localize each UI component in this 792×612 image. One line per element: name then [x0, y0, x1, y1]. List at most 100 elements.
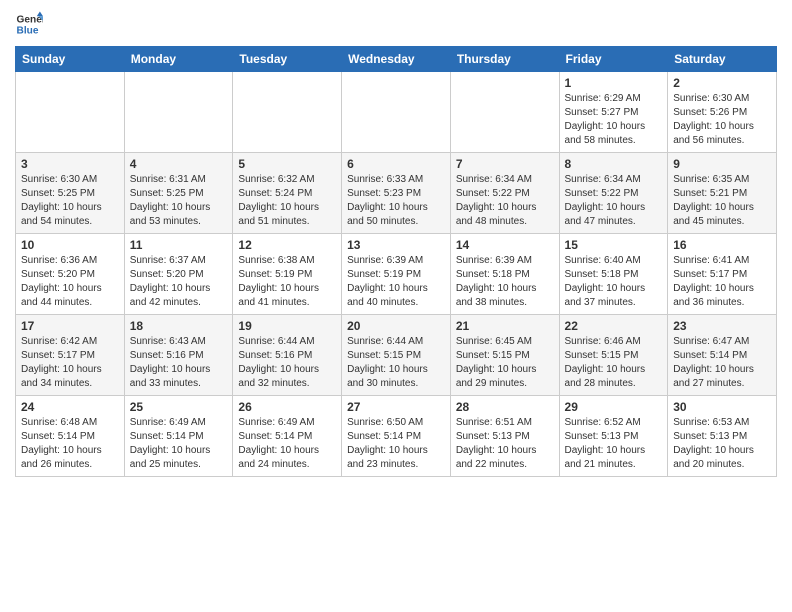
day-info: Sunrise: 6:49 AM Sunset: 5:14 PM Dayligh… — [238, 416, 336, 472]
calendar-cell: 24Sunrise: 6:48 AM Sunset: 5:14 PM Dayli… — [16, 396, 125, 477]
day-info: Sunrise: 6:34 AM Sunset: 5:22 PM Dayligh… — [565, 173, 663, 229]
day-info: Sunrise: 6:39 AM Sunset: 5:18 PM Dayligh… — [456, 254, 554, 310]
day-number: 9 — [673, 157, 771, 171]
calendar-cell: 13 Sunrise: 6:39 AM Sunset: 5:19 PM Dayli… — [342, 234, 451, 315]
calendar-cell — [233, 72, 342, 153]
weekday-header-tuesday: Tuesday — [233, 47, 342, 72]
calendar-cell: 25 Sunrise: 6:49 AM Sunset: 5:14 PM Dayli… — [124, 396, 233, 477]
day-number: 6 — [347, 157, 445, 171]
calendar-cell: 23Sunrise: 6:47 AM Sunset: 5:14 PM Dayli… — [668, 315, 777, 396]
day-info: Sunrise: 6:46 AM Sunset: 5:15 PM Dayligh… — [565, 335, 663, 391]
day-info: Sunrise: 6:30 AM Sunset: 5:26 PM Dayligh… — [673, 92, 771, 148]
calendar-cell — [450, 72, 559, 153]
calendar-cell: 30 Sunrise: 6:53 AM Sunset: 5:13 PM Dayli… — [668, 396, 777, 477]
day-info: Sunrise: 6:44 AM Sunset: 5:15 PM Dayligh… — [347, 335, 445, 391]
calendar-cell: 9 Sunrise: 6:35 AM Sunset: 5:21 PM Daylig… — [668, 153, 777, 234]
calendar-cell: 14 Sunrise: 6:39 AM Sunset: 5:18 PM Dayli… — [450, 234, 559, 315]
day-info: Sunrise: 6:36 AM Sunset: 5:20 PM Dayligh… — [21, 254, 119, 310]
day-number: 8 — [565, 157, 663, 171]
weekday-header-monday: Monday — [124, 47, 233, 72]
calendar-cell: 2 Sunrise: 6:30 AM Sunset: 5:26 PM Daylig… — [668, 72, 777, 153]
weekday-header-saturday: Saturday — [668, 47, 777, 72]
day-info: Sunrise: 6:35 AM Sunset: 5:21 PM Dayligh… — [673, 173, 771, 229]
calendar-week-row: 17 Sunrise: 6:42 AM Sunset: 5:17 PM Dayli… — [16, 315, 777, 396]
logo: General Blue — [15, 10, 43, 38]
calendar-cell: 8 Sunrise: 6:34 AM Sunset: 5:22 PM Daylig… — [559, 153, 668, 234]
day-info: Sunrise: 6:49 AM Sunset: 5:14 PM Dayligh… — [130, 416, 228, 472]
day-number: 2 — [673, 76, 771, 90]
day-number: 24 — [21, 400, 119, 414]
day-info: Sunrise: 6:43 AM Sunset: 5:16 PM Dayligh… — [130, 335, 228, 391]
calendar-cell: 15 Sunrise: 6:40 AM Sunset: 5:18 PM Dayli… — [559, 234, 668, 315]
calendar-cell: 10 Sunrise: 6:36 AM Sunset: 5:20 PM Dayli… — [16, 234, 125, 315]
weekday-header-friday: Friday — [559, 47, 668, 72]
calendar-cell — [16, 72, 125, 153]
svg-text:Blue: Blue — [17, 25, 39, 36]
day-number: 22 — [565, 319, 663, 333]
calendar-cell: 20Sunrise: 6:44 AM Sunset: 5:15 PM Dayli… — [342, 315, 451, 396]
day-number: 21 — [456, 319, 554, 333]
calendar-week-row: 10 Sunrise: 6:36 AM Sunset: 5:20 PM Dayli… — [16, 234, 777, 315]
day-info: Sunrise: 6:53 AM Sunset: 5:13 PM Dayligh… — [673, 416, 771, 472]
day-number: 12 — [238, 238, 336, 252]
weekday-header-sunday: Sunday — [16, 47, 125, 72]
day-number: 3 — [21, 157, 119, 171]
calendar-page: General Blue SundayMondayTuesdayWednesda… — [0, 0, 792, 492]
calendar-cell: 7Sunrise: 6:34 AM Sunset: 5:22 PM Daylig… — [450, 153, 559, 234]
day-info: Sunrise: 6:33 AM Sunset: 5:23 PM Dayligh… — [347, 173, 445, 229]
day-info: Sunrise: 6:34 AM Sunset: 5:22 PM Dayligh… — [456, 173, 554, 229]
day-info: Sunrise: 6:39 AM Sunset: 5:19 PM Dayligh… — [347, 254, 445, 310]
weekday-header-row: SundayMondayTuesdayWednesdayThursdayFrid… — [16, 47, 777, 72]
calendar-cell: 4 Sunrise: 6:31 AM Sunset: 5:25 PM Daylig… — [124, 153, 233, 234]
calendar-cell — [124, 72, 233, 153]
day-number: 11 — [130, 238, 228, 252]
day-info: Sunrise: 6:41 AM Sunset: 5:17 PM Dayligh… — [673, 254, 771, 310]
day-number: 17 — [21, 319, 119, 333]
calendar-cell: 19 Sunrise: 6:44 AM Sunset: 5:16 PM Dayli… — [233, 315, 342, 396]
day-number: 13 — [347, 238, 445, 252]
day-info: Sunrise: 6:40 AM Sunset: 5:18 PM Dayligh… — [565, 254, 663, 310]
calendar-cell: 3Sunrise: 6:30 AM Sunset: 5:25 PM Daylig… — [16, 153, 125, 234]
day-info: Sunrise: 6:44 AM Sunset: 5:16 PM Dayligh… — [238, 335, 336, 391]
calendar-week-row: 3Sunrise: 6:30 AM Sunset: 5:25 PM Daylig… — [16, 153, 777, 234]
day-number: 14 — [456, 238, 554, 252]
calendar-cell: 17 Sunrise: 6:42 AM Sunset: 5:17 PM Dayli… — [16, 315, 125, 396]
day-number: 5 — [238, 157, 336, 171]
day-number: 26 — [238, 400, 336, 414]
day-number: 19 — [238, 319, 336, 333]
calendar-cell: 6 Sunrise: 6:33 AM Sunset: 5:23 PM Daylig… — [342, 153, 451, 234]
day-number: 30 — [673, 400, 771, 414]
calendar-cell: 12Sunrise: 6:38 AM Sunset: 5:19 PM Dayli… — [233, 234, 342, 315]
day-number: 23 — [673, 319, 771, 333]
calendar-cell: 5 Sunrise: 6:32 AM Sunset: 5:24 PM Daylig… — [233, 153, 342, 234]
day-info: Sunrise: 6:50 AM Sunset: 5:14 PM Dayligh… — [347, 416, 445, 472]
day-number: 29 — [565, 400, 663, 414]
day-number: 10 — [21, 238, 119, 252]
day-number: 28 — [456, 400, 554, 414]
day-number: 25 — [130, 400, 228, 414]
calendar-cell: 21 Sunrise: 6:45 AM Sunset: 5:15 PM Dayli… — [450, 315, 559, 396]
weekday-header-wednesday: Wednesday — [342, 47, 451, 72]
day-info: Sunrise: 6:32 AM Sunset: 5:24 PM Dayligh… — [238, 173, 336, 229]
day-info: Sunrise: 6:31 AM Sunset: 5:25 PM Dayligh… — [130, 173, 228, 229]
day-number: 16 — [673, 238, 771, 252]
day-info: Sunrise: 6:37 AM Sunset: 5:20 PM Dayligh… — [130, 254, 228, 310]
calendar-cell: 28 Sunrise: 6:51 AM Sunset: 5:13 PM Dayli… — [450, 396, 559, 477]
calendar-cell: 16 Sunrise: 6:41 AM Sunset: 5:17 PM Dayli… — [668, 234, 777, 315]
calendar-cell: 11 Sunrise: 6:37 AM Sunset: 5:20 PM Dayli… — [124, 234, 233, 315]
day-number: 27 — [347, 400, 445, 414]
calendar-table: SundayMondayTuesdayWednesdayThursdayFrid… — [15, 46, 777, 477]
day-number: 18 — [130, 319, 228, 333]
header: General Blue — [15, 10, 777, 38]
day-info: Sunrise: 6:45 AM Sunset: 5:15 PM Dayligh… — [456, 335, 554, 391]
calendar-cell: 22 Sunrise: 6:46 AM Sunset: 5:15 PM Dayli… — [559, 315, 668, 396]
day-info: Sunrise: 6:42 AM Sunset: 5:17 PM Dayligh… — [21, 335, 119, 391]
day-info: Sunrise: 6:51 AM Sunset: 5:13 PM Dayligh… — [456, 416, 554, 472]
calendar-week-row: 24Sunrise: 6:48 AM Sunset: 5:14 PM Dayli… — [16, 396, 777, 477]
calendar-cell: 18 Sunrise: 6:43 AM Sunset: 5:16 PM Dayli… — [124, 315, 233, 396]
day-info: Sunrise: 6:29 AM Sunset: 5:27 PM Dayligh… — [565, 92, 663, 148]
day-number: 15 — [565, 238, 663, 252]
calendar-cell: 26 Sunrise: 6:49 AM Sunset: 5:14 PM Dayli… — [233, 396, 342, 477]
day-info: Sunrise: 6:52 AM Sunset: 5:13 PM Dayligh… — [565, 416, 663, 472]
day-number: 4 — [130, 157, 228, 171]
